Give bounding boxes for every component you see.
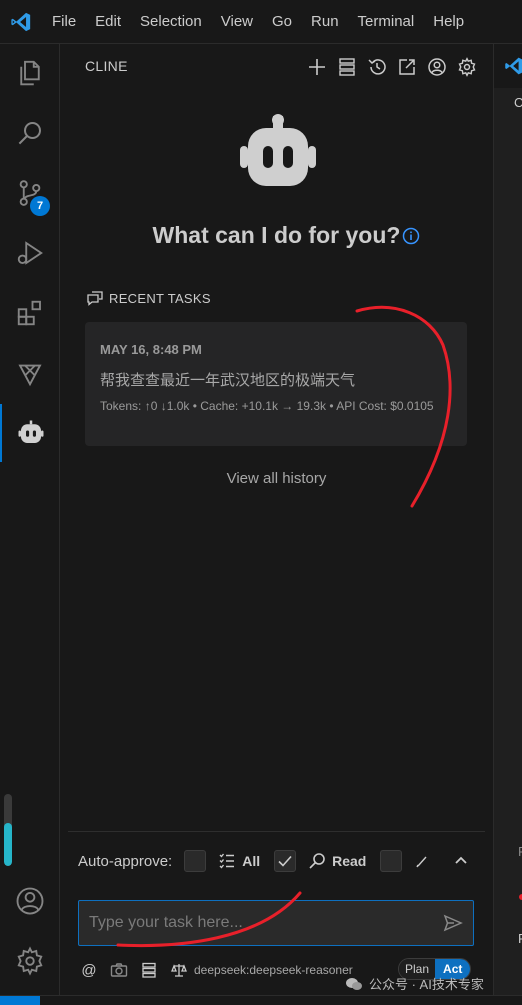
account-icon — [428, 58, 446, 76]
mention-button[interactable]: @ — [80, 961, 98, 979]
run-debug-button[interactable] — [0, 224, 60, 282]
welcome-title: What can I do for you? — [152, 222, 401, 248]
menu-view[interactable]: View — [221, 13, 253, 30]
mcp-servers-button[interactable] — [332, 54, 362, 80]
progress-fill — [4, 822, 12, 866]
scm-badge: 7 — [30, 196, 50, 216]
extensions-button[interactable] — [0, 284, 60, 342]
chevron-up-icon[interactable] — [453, 852, 469, 868]
server-icon — [142, 962, 156, 978]
watermark-text: 公众号 · AI技术专家 — [369, 977, 484, 992]
cline-button[interactable] — [0, 404, 60, 462]
checkbox-all[interactable] — [184, 850, 207, 872]
recent-tasks-label: RECENT TASKS — [109, 290, 211, 306]
accounts-button[interactable] — [0, 872, 60, 930]
settings-button[interactable] — [452, 54, 482, 80]
view-all-history-link[interactable]: View all history — [60, 470, 493, 487]
cline-robot-icon — [240, 114, 316, 186]
panel-header-actions — [302, 54, 482, 80]
gear-icon — [17, 946, 43, 976]
edit-icon — [416, 856, 427, 868]
account-button[interactable] — [422, 54, 452, 80]
model-label[interactable]: deepseek:deepseek-reasoner — [194, 963, 353, 977]
scale-icon — [171, 964, 187, 977]
editor-text: C — [514, 95, 522, 110]
checkbox-read[interactable] — [274, 850, 297, 872]
checkmark-icon — [278, 855, 292, 867]
history-button[interactable] — [362, 54, 392, 80]
editor-tab-bar — [494, 44, 522, 88]
mcp-button[interactable] — [140, 961, 158, 979]
comment-icon — [87, 291, 103, 306]
recent-tasks-header: RECENT TASKS — [87, 290, 211, 306]
run-debug-icon — [17, 241, 43, 265]
menu-help[interactable]: Help — [433, 13, 464, 30]
image-button[interactable] — [110, 961, 128, 979]
camera-icon — [110, 963, 128, 977]
server-icon — [339, 58, 355, 76]
explorer-button[interactable] — [0, 44, 60, 102]
model-selector-button[interactable] — [170, 961, 188, 979]
task-text: 帮我查查最近一年武汉地区的极端天气 — [100, 372, 356, 389]
auto-approve-read-label: Read — [332, 853, 367, 869]
auto-approve-label: Auto-approve: — [78, 852, 173, 870]
cline-robot-icon — [18, 420, 44, 443]
menu-terminal[interactable]: Terminal — [358, 13, 415, 30]
remote-indicator[interactable] — [0, 996, 40, 1005]
task-date: MAY 16, 8:48 PM — [100, 342, 202, 357]
info-icon[interactable] — [402, 227, 420, 245]
vscode-logo-icon[interactable] — [504, 56, 522, 76]
editor-text: F — [518, 844, 522, 859]
task-input-box — [78, 900, 474, 946]
menu-go[interactable]: Go — [272, 13, 292, 30]
ai-toolkit-icon — [18, 364, 42, 387]
search-icon — [309, 853, 325, 869]
files-icon — [20, 60, 40, 86]
history-icon — [368, 59, 386, 75]
auto-approve-all-label: All — [242, 853, 261, 869]
search-button[interactable] — [0, 104, 60, 162]
account-icon — [16, 887, 44, 915]
search-icon — [18, 122, 41, 145]
source-control-button[interactable]: 7 — [0, 164, 60, 222]
new-task-button[interactable] — [302, 54, 332, 80]
menu-edit[interactable]: Edit — [95, 13, 121, 30]
menu-selection[interactable]: Selection — [140, 13, 202, 30]
vscode-logo-icon[interactable] — [10, 11, 32, 33]
task-input[interactable] — [89, 901, 429, 945]
menu-file[interactable]: File — [52, 13, 76, 30]
menu-run[interactable]: Run — [311, 13, 339, 30]
progress-strip — [4, 794, 12, 866]
send-icon[interactable] — [443, 913, 463, 933]
extensions-icon — [17, 300, 41, 326]
checklist-icon — [219, 853, 235, 869]
gear-icon — [458, 57, 476, 77]
watermark: 公众号 · AI技术专家 — [345, 974, 484, 993]
checkbox-edit[interactable] — [380, 850, 403, 872]
remote-explorer-button[interactable] — [0, 344, 60, 402]
title-bar: File Edit Selection View Go Run Terminal… — [0, 0, 522, 44]
wechat-icon — [346, 977, 362, 990]
panel-header: CLINE — [60, 44, 493, 88]
editor-area: C F F — [493, 44, 522, 995]
popout-button[interactable] — [392, 54, 422, 80]
manage-button[interactable] — [0, 932, 60, 990]
editor-text: F — [518, 931, 522, 946]
panel-title: CLINE — [85, 58, 128, 74]
plus-icon — [309, 59, 325, 75]
popout-icon — [399, 59, 415, 75]
task-meta: Tokens: ↑0 ↓1.0k • Cache: +10.1k → 19.3k… — [100, 399, 434, 413]
auto-approve-row: Auto-approve: All Read — [78, 850, 438, 872]
recent-task-card[interactable]: MAY 16, 8:48 PM 帮我查查最近一年武汉地区的极端天气 Tokens… — [85, 322, 467, 446]
cline-panel: CLINE What can I do for you? RECENT TASK… — [60, 44, 493, 995]
menu-bar: File Edit Selection View Go Run Terminal… — [52, 13, 483, 30]
activity-bar: 7 — [0, 44, 60, 995]
status-bar — [0, 995, 522, 1005]
